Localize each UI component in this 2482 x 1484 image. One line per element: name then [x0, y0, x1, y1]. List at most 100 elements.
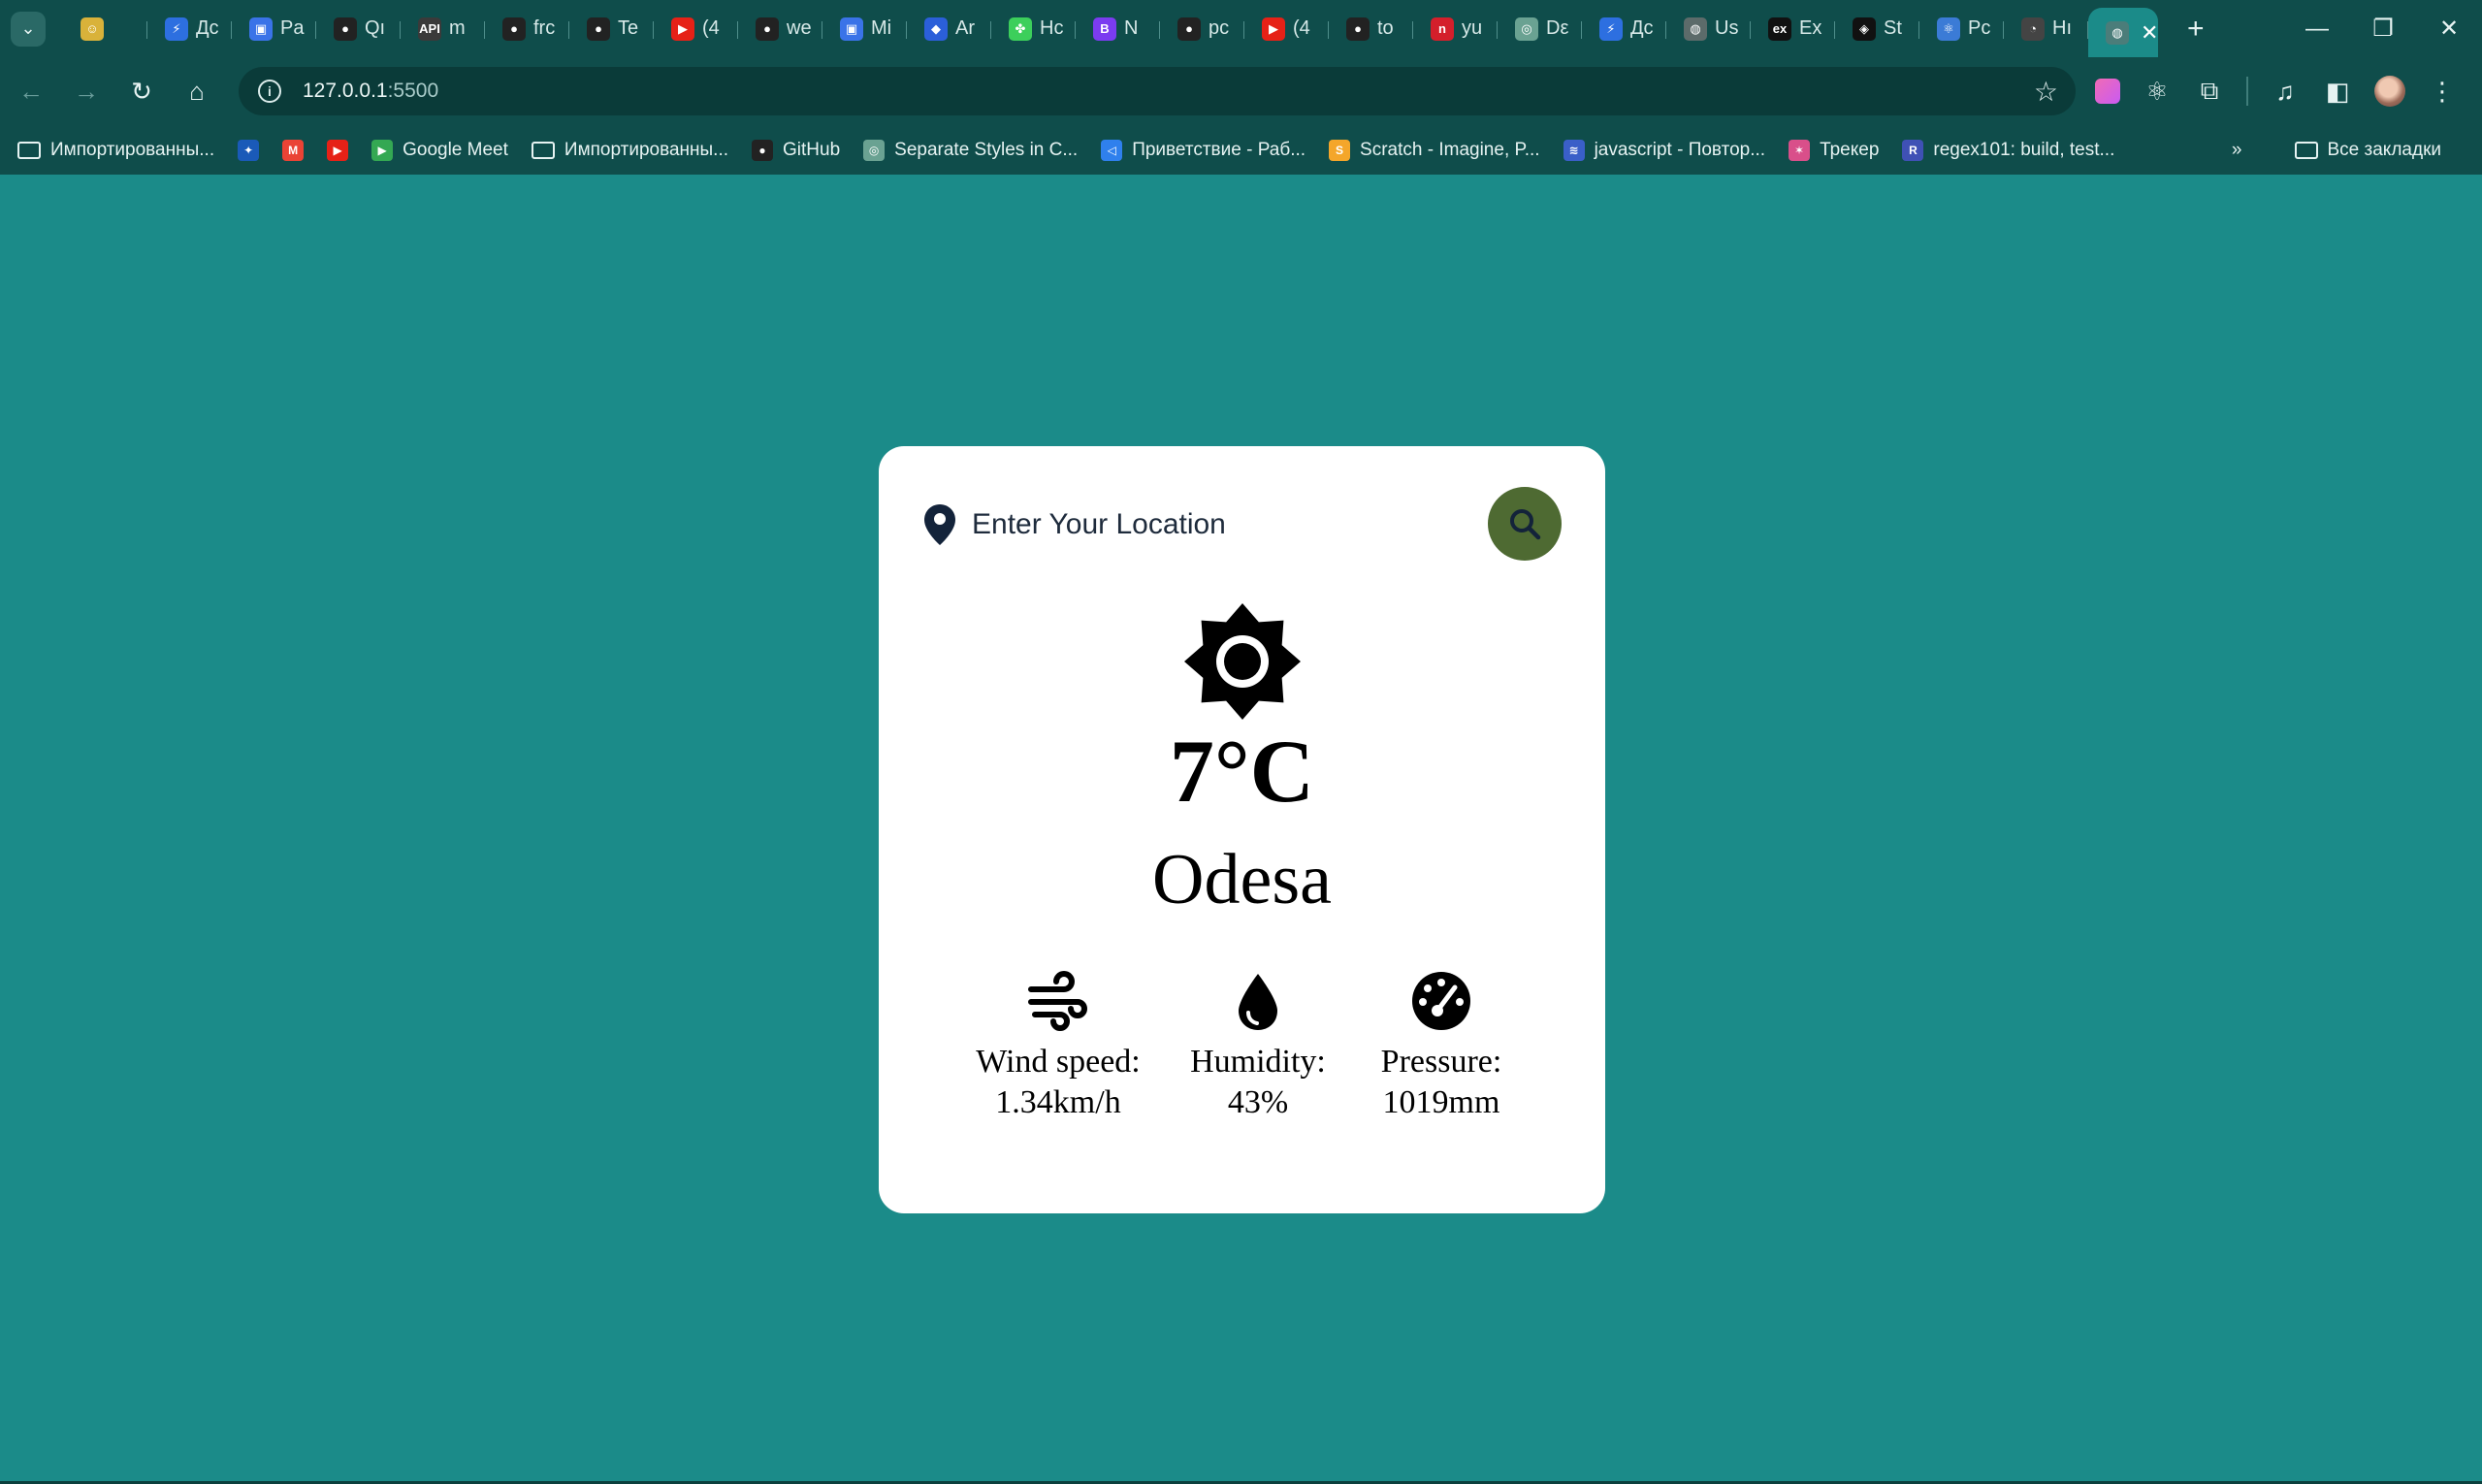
browser-tab[interactable]: ▶ (4: [654, 8, 738, 50]
browser-tab[interactable]: ☺: [63, 8, 147, 50]
bookmark-favicon-icon: ●: [752, 139, 774, 161]
tab-title: Mi: [871, 17, 892, 39]
profile-avatar[interactable]: [2374, 76, 2405, 107]
browser-tab[interactable]: ● frc: [485, 8, 569, 50]
tab-favicon-icon: ●: [502, 16, 526, 41]
bookmark-item[interactable]: Rregex101: build, test...: [1902, 139, 2114, 161]
bookmark-star-icon[interactable]: ☆: [2034, 76, 2058, 108]
side-panel-icon[interactable]: ◧: [2322, 76, 2353, 107]
gauge-icon: [1412, 972, 1470, 1030]
browser-tab[interactable]: ◔ Hı: [2004, 8, 2088, 50]
tab-title: Дс: [196, 17, 219, 39]
tab-favicon-icon: ◈: [1853, 16, 1876, 41]
bookmark-item[interactable]: Импортированны...: [17, 140, 214, 161]
tab-title: St: [1884, 17, 1902, 39]
humidity-stat: Humidity: 43%: [1170, 970, 1346, 1123]
forward-icon[interactable]: →: [62, 77, 111, 107]
bookmark-favicon-icon: ▶: [371, 139, 394, 161]
search-button[interactable]: [1488, 487, 1562, 561]
browser-tab[interactable]: ⚛ Pc: [1919, 8, 2004, 50]
tab-favicon-icon: ◍: [2106, 20, 2129, 45]
bookmark-item[interactable]: ✦: [238, 139, 260, 161]
tab-title: to: [1377, 17, 1394, 39]
bookmarks-overflow-icon[interactable]: »: [2232, 140, 2242, 161]
browser-tab[interactable]: ● to: [1329, 8, 1413, 50]
bookmark-item[interactable]: ◎ Separate Styles in C...: [863, 139, 1079, 161]
browser-tab[interactable]: ● pc: [1160, 8, 1244, 50]
tab-title: Дс: [1630, 17, 1654, 39]
restore-icon[interactable]: ❐: [2350, 15, 2416, 43]
bookmark-item[interactable]: M: [282, 139, 305, 161]
media-control-icon[interactable]: ♫: [2270, 76, 2301, 107]
tab-title: N: [1124, 17, 1139, 39]
reload-icon[interactable]: ↻: [117, 77, 166, 107]
browser-tab[interactable]: ⚡ Дс: [147, 8, 232, 50]
bookmark-item[interactable]: ▶ Google Meet: [371, 139, 508, 161]
menu-kebab-icon[interactable]: ⋮: [2427, 76, 2458, 107]
browser-tab[interactable]: ● we: [738, 8, 822, 50]
bookmark-item[interactable]: S Scratch - Imagine, P...: [1329, 139, 1540, 161]
browser-tab[interactable]: BN: [1076, 8, 1160, 50]
extensions-puzzle-icon[interactable]: ⧉: [2194, 76, 2225, 107]
extension-icon[interactable]: [2095, 79, 2120, 104]
active-browser-tab[interactable]: ◍ ✕: [2088, 8, 2158, 57]
browser-tab[interactable]: n yu: [1413, 8, 1498, 50]
bookmark-favicon-icon: M: [282, 139, 305, 161]
tab-favicon-icon: ●: [587, 16, 610, 41]
tab-favicon-icon: ▣: [249, 16, 273, 41]
tab-favicon-icon: ⚡: [1599, 16, 1623, 41]
site-info-icon[interactable]: i: [258, 80, 281, 103]
bookmark-item[interactable]: ✶ Трекер: [1789, 139, 1879, 161]
extensions-area: ⚛ ⧉ ♫ ◧ ⋮: [2095, 76, 2458, 107]
tab-favicon-icon: API: [418, 16, 441, 41]
close-window-icon[interactable]: ✕: [2416, 15, 2482, 43]
tab-title: Dε: [1546, 17, 1569, 39]
browser-tab[interactable]: ex Ex: [1751, 8, 1835, 50]
bookmark-label: GitHub: [783, 139, 841, 160]
tab-favicon-icon: ex: [1768, 16, 1791, 41]
browser-tab[interactable]: ● Te: [569, 8, 654, 50]
browser-tab[interactable]: ⚡ Дс: [1582, 8, 1666, 50]
search-icon: [1510, 509, 1541, 540]
address-bar[interactable]: i 127.0.0.1:5500 ☆: [239, 67, 2076, 115]
browser-tab[interactable]: ◈ St: [1835, 8, 1919, 50]
bookmark-label: Separate Styles in C...: [894, 139, 1079, 160]
bookmark-item[interactable]: ● GitHub: [752, 139, 841, 161]
tab-title: we: [787, 17, 812, 39]
react-devtools-icon[interactable]: ⚛: [2142, 76, 2173, 107]
location-input[interactable]: [972, 500, 1476, 549]
tab-title: Pa: [280, 17, 305, 39]
weather-card: 7°C Odesa Wind speed: 1.34km/h Humidity:…: [879, 446, 1605, 1213]
tab-title: yu: [1462, 17, 1483, 39]
all-bookmarks-button[interactable]: Все закладки: [2294, 140, 2441, 161]
new-tab-button[interactable]: +: [2187, 13, 2205, 46]
browser-tab[interactable]: ● Qı: [316, 8, 401, 50]
close-tab-icon[interactable]: ✕: [2141, 20, 2158, 46]
tab-title: (4: [702, 17, 720, 39]
bookmark-item[interactable]: ◁ Приветствие - Раб...: [1101, 139, 1306, 161]
back-icon[interactable]: ←: [7, 77, 55, 107]
browser-tab[interactable]: ◎ Dε: [1498, 8, 1582, 50]
droplet-icon: [1239, 974, 1277, 1030]
browser-tab[interactable]: API m: [401, 8, 485, 50]
home-icon[interactable]: ⌂: [173, 77, 221, 107]
bookmark-favicon-icon: ▶: [327, 139, 349, 161]
bookmark-favicon-icon: S: [1329, 139, 1351, 161]
bookmark-item[interactable]: ▶: [327, 139, 349, 161]
browser-tab[interactable]: ◆ Ar: [907, 8, 991, 50]
tab-title: (4: [1293, 17, 1310, 39]
bookmark-item[interactable]: Импортированны...: [531, 140, 728, 161]
humidity-value: 43%: [1227, 1084, 1289, 1120]
browser-tab[interactable]: ▶ (4: [1244, 8, 1329, 50]
minimize-icon[interactable]: —: [2284, 16, 2350, 43]
bookmark-label: Приветствие - Раб...: [1132, 139, 1306, 160]
tab-favicon-icon: B: [1093, 16, 1116, 41]
browser-tab[interactable]: ▣ Pa: [232, 8, 316, 50]
location-pin-icon: [924, 504, 955, 545]
tab-favicon-icon: ●: [1177, 16, 1201, 41]
browser-tab[interactable]: ✤ Hc: [991, 8, 1076, 50]
browser-tab[interactable]: ◍ Us: [1666, 8, 1751, 50]
browser-tab[interactable]: ▣ Mi: [822, 8, 907, 50]
bookmark-item[interactable]: ≋ javascript - Повтор...: [1563, 139, 1765, 161]
tab-search-button[interactable]: ⌄: [11, 11, 46, 47]
